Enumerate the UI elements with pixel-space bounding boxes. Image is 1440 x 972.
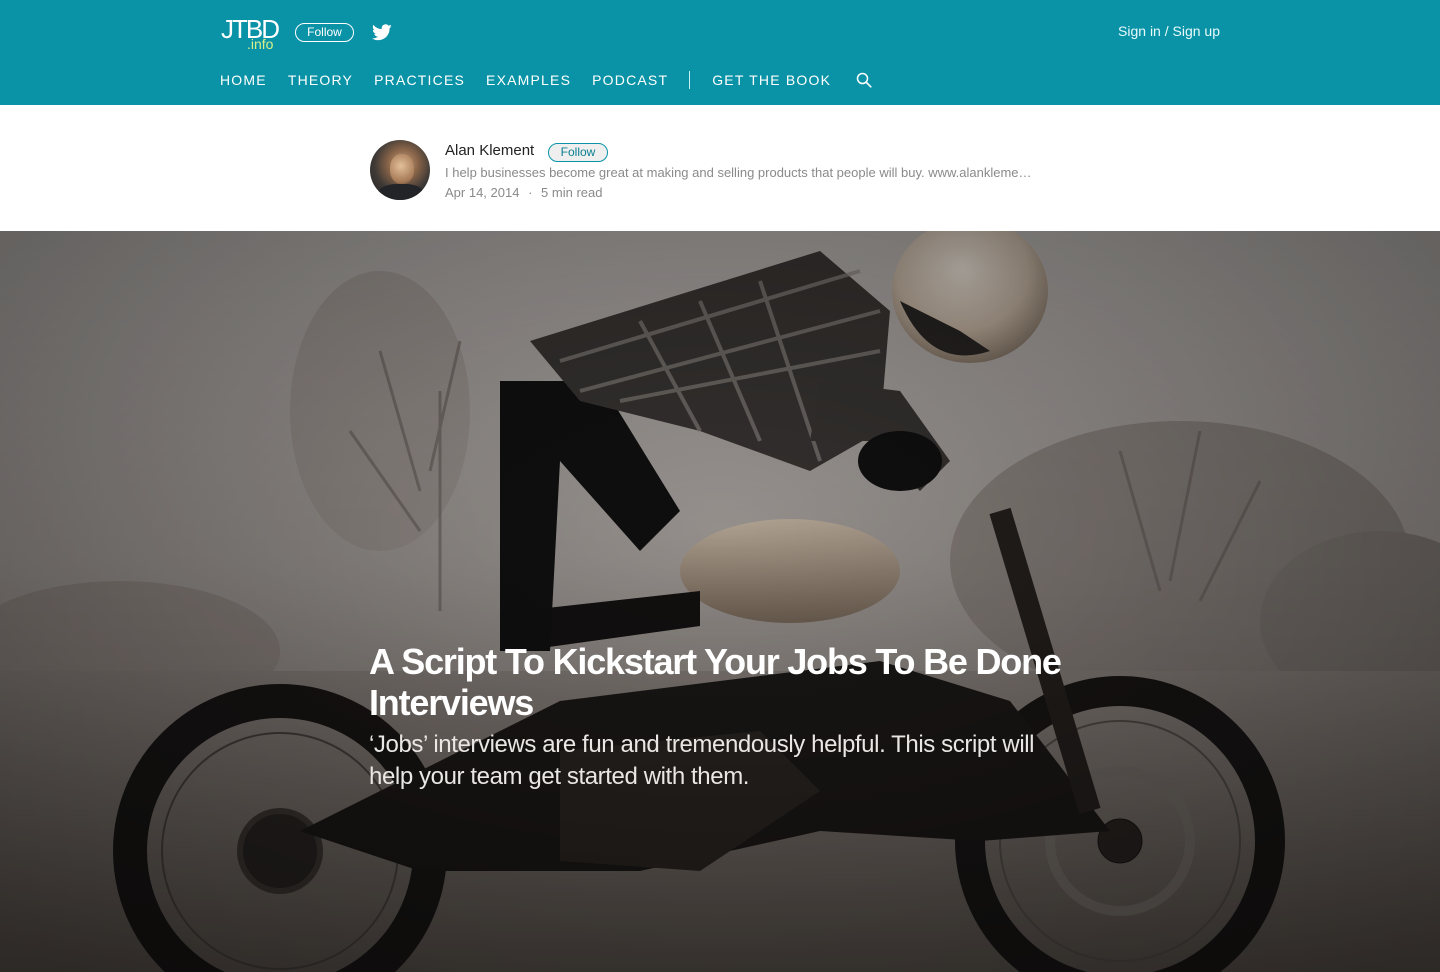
avatar-face	[390, 154, 414, 184]
post-date: Apr 14, 2014	[445, 185, 520, 200]
nav-practices[interactable]: PRACTICES	[374, 70, 465, 90]
article-title: A Script To Kickstart Your Jobs To Be Do…	[369, 641, 1062, 723]
author-info: Alan Klement Follow I help businesses be…	[0, 105, 1440, 231]
site-header: JTBD .info Follow Sign in / Sign up HOME…	[0, 0, 1440, 105]
author-name[interactable]: Alan Klement	[445, 141, 534, 161]
site-logo[interactable]: JTBD .info	[221, 15, 281, 55]
hero-image: A Script To Kickstart Your Jobs To Be Do…	[0, 231, 1440, 972]
follow-publication-button[interactable]: Follow	[295, 23, 354, 42]
read-time: 5 min read	[541, 185, 603, 200]
post-meta: Apr 14, 2014 · 5 min read	[445, 184, 602, 202]
nav-examples[interactable]: EXAMPLES	[486, 70, 571, 90]
logo-suffix: .info	[247, 36, 274, 52]
meta-separator: ·	[528, 185, 533, 200]
nav-home[interactable]: HOME	[220, 70, 267, 90]
nav-theory[interactable]: THEORY	[288, 70, 353, 90]
follow-author-button[interactable]: Follow	[548, 143, 608, 162]
hero-photo-illustration	[0, 231, 1440, 972]
twitter-icon[interactable]	[372, 24, 392, 41]
search-icon[interactable]	[856, 72, 872, 88]
nav-get-the-book[interactable]: GET THE BOOK	[712, 70, 831, 90]
main-nav: HOME THEORY PRACTICES EXAMPLES PODCAST G…	[220, 70, 872, 90]
nav-divider	[689, 71, 691, 89]
article-subtitle: ‘Jobs’ interviews are fun and tremendous…	[369, 731, 1035, 790]
avatar[interactable]	[370, 140, 430, 200]
avatar-shirt	[378, 184, 424, 200]
sign-in-link[interactable]: Sign in / Sign up	[1090, 21, 1220, 41]
author-bio: I help businesses become great at making…	[445, 165, 1032, 180]
nav-podcast[interactable]: PODCAST	[592, 70, 668, 90]
